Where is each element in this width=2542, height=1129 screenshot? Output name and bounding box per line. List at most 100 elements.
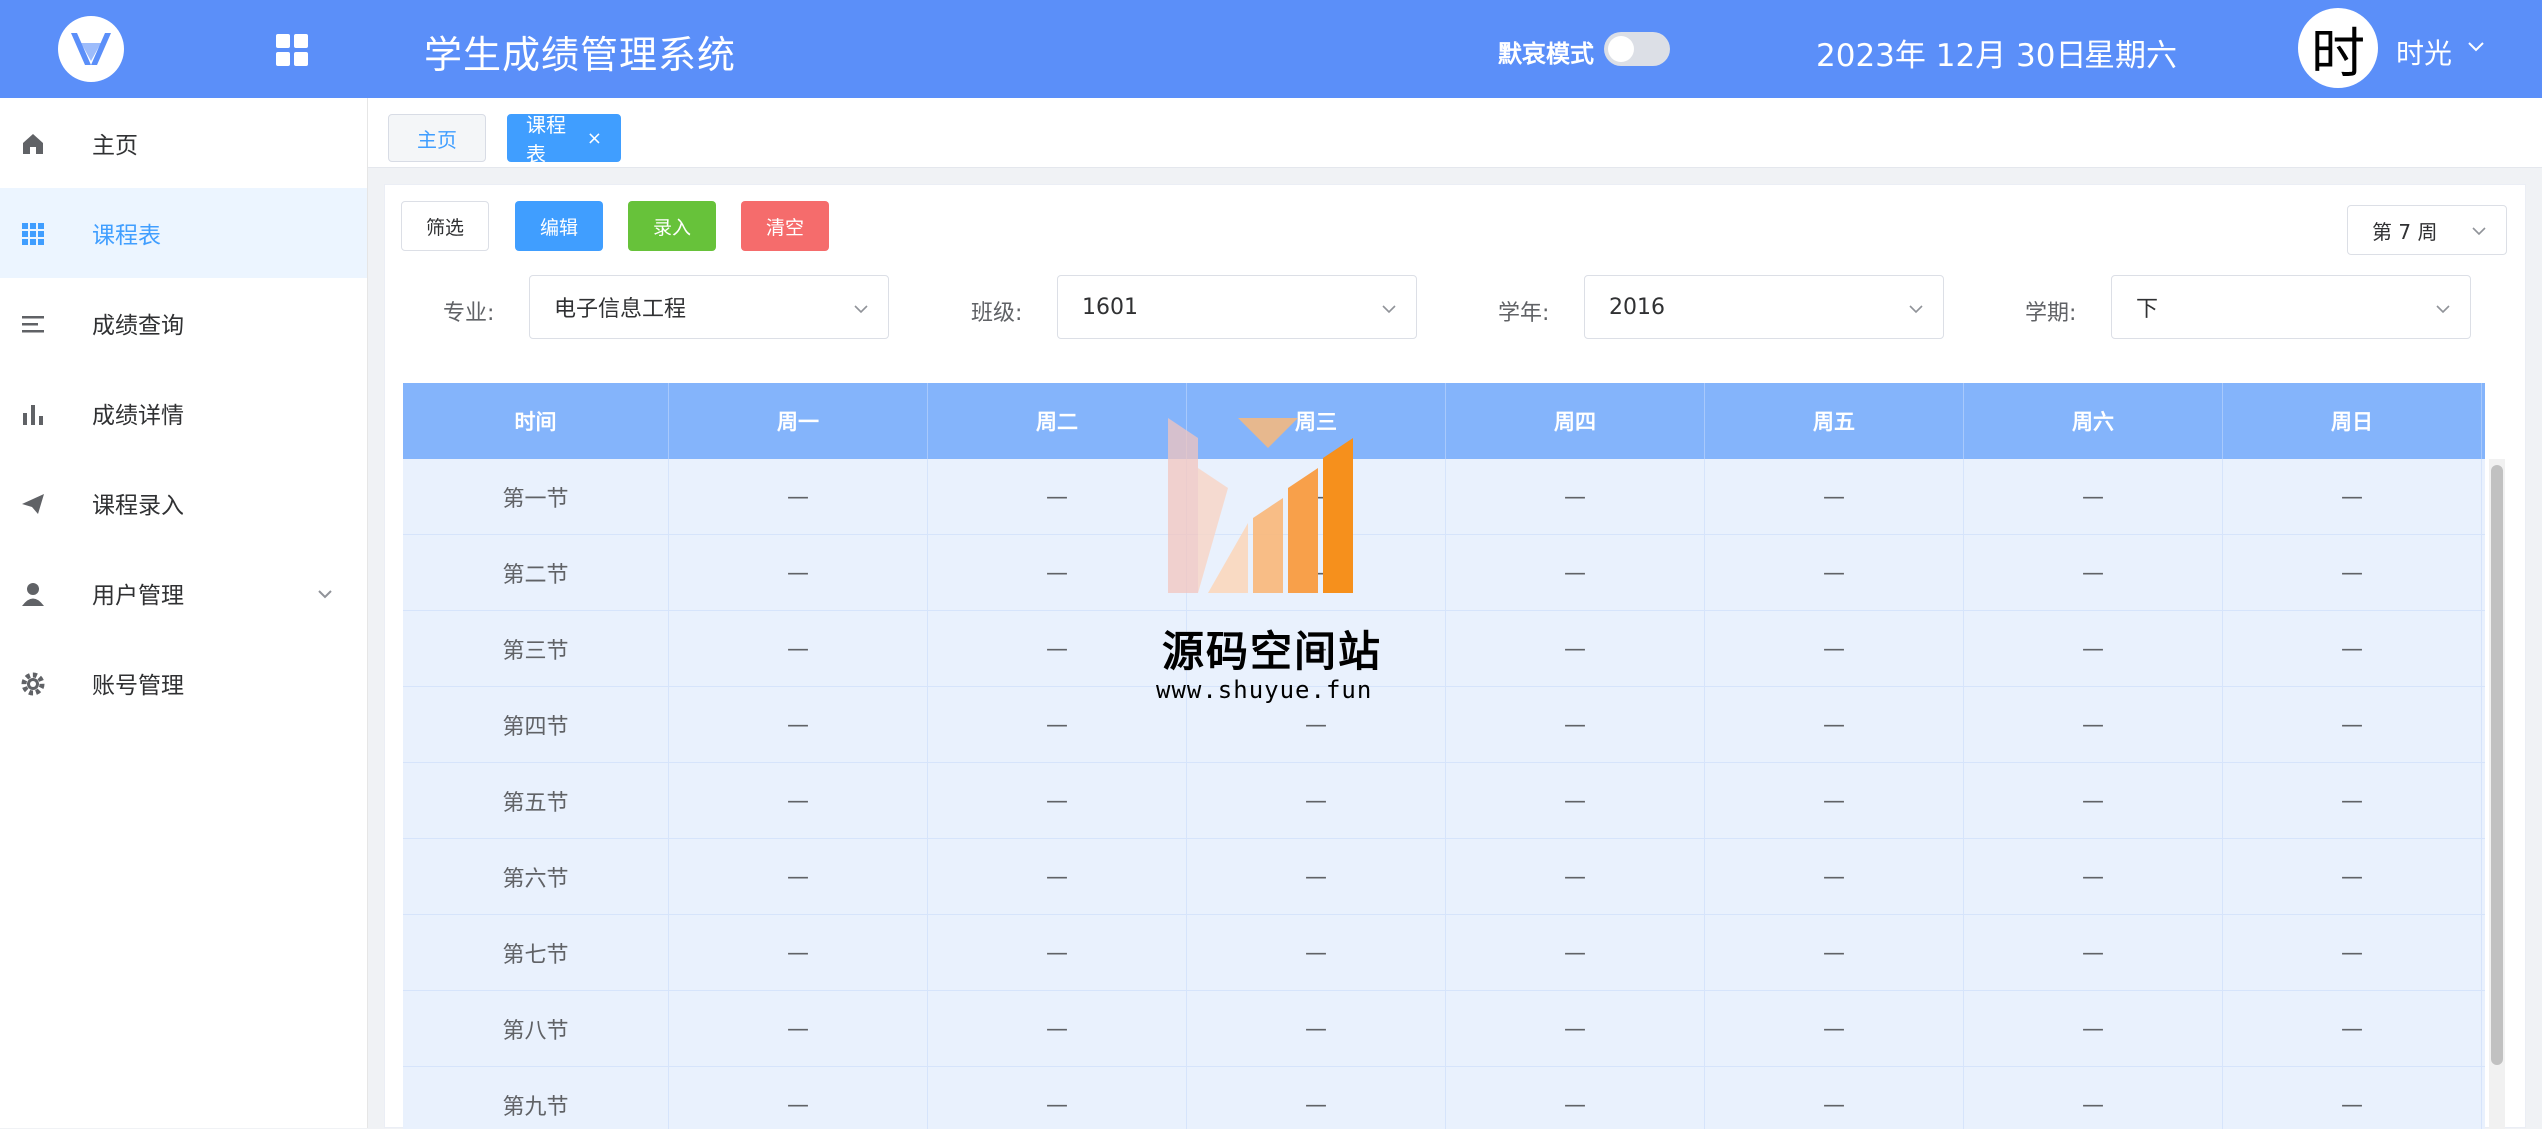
- tab-schedule[interactable]: 课程表 ×: [507, 113, 621, 166]
- period-cell: 第一节: [403, 459, 669, 535]
- course-cell[interactable]: —: [1446, 839, 1705, 915]
- course-cell[interactable]: —: [1446, 611, 1705, 687]
- sidebar-item-label: 用户管理: [92, 583, 184, 609]
- clear-button[interactable]: 清空: [741, 201, 829, 251]
- course-cell[interactable]: —: [1705, 459, 1964, 535]
- course-cell[interactable]: —: [928, 763, 1187, 839]
- tab-home[interactable]: 主页: [388, 114, 486, 162]
- course-cell[interactable]: —: [2223, 459, 2482, 535]
- course-cell[interactable]: —: [928, 1067, 1187, 1129]
- sidebar-item-home[interactable]: 主页: [0, 98, 367, 188]
- course-cell[interactable]: —: [2223, 687, 2482, 763]
- edit-button[interactable]: 编辑: [515, 201, 603, 251]
- course-cell[interactable]: —: [1705, 1067, 1964, 1129]
- course-cell[interactable]: —: [669, 611, 928, 687]
- course-cell[interactable]: —: [669, 459, 928, 535]
- course-cell[interactable]: —: [1446, 991, 1705, 1067]
- course-cell[interactable]: —: [1446, 915, 1705, 991]
- tab-label: 课程表: [526, 113, 566, 166]
- course-cell[interactable]: —: [2223, 839, 2482, 915]
- sidebar-item-course-entry[interactable]: 课程录入: [0, 458, 367, 548]
- class-select[interactable]: 1601: [1057, 275, 1417, 339]
- course-cell[interactable]: —: [1187, 839, 1446, 915]
- course-cell[interactable]: —: [1705, 839, 1964, 915]
- course-cell[interactable]: —: [1705, 915, 1964, 991]
- course-cell[interactable]: —: [669, 535, 928, 611]
- course-cell[interactable]: —: [1446, 687, 1705, 763]
- course-cell[interactable]: —: [1187, 915, 1446, 991]
- course-cell[interactable]: —: [1964, 1067, 2223, 1129]
- entry-button[interactable]: 录入: [628, 201, 716, 251]
- course-cell[interactable]: —: [669, 915, 928, 991]
- chevron-down-icon: [1382, 305, 1396, 314]
- course-cell[interactable]: —: [1964, 459, 2223, 535]
- course-cell[interactable]: —: [1705, 763, 1964, 839]
- course-cell[interactable]: —: [928, 535, 1187, 611]
- course-cell[interactable]: —: [669, 763, 928, 839]
- sidebar-item-account-management[interactable]: 账号管理: [0, 638, 367, 728]
- sidebar-item-schedule[interactable]: 课程表: [0, 188, 367, 278]
- term-select[interactable]: 下: [2111, 275, 2471, 339]
- table-row: 第六节 — — — — — — —: [403, 839, 2485, 915]
- course-cell[interactable]: —: [928, 839, 1187, 915]
- course-cell[interactable]: —: [1964, 687, 2223, 763]
- course-cell[interactable]: —: [1446, 459, 1705, 535]
- user-icon: [22, 583, 44, 606]
- course-cell[interactable]: —: [2223, 991, 2482, 1067]
- year-select[interactable]: 2016: [1584, 275, 1944, 339]
- major-select[interactable]: 电子信息工程: [529, 275, 889, 339]
- menu-toggle-icon[interactable]: [276, 34, 308, 66]
- course-cell[interactable]: —: [928, 611, 1187, 687]
- course-cell[interactable]: —: [1964, 991, 2223, 1067]
- course-cell[interactable]: —: [1705, 991, 1964, 1067]
- course-cell[interactable]: —: [928, 687, 1187, 763]
- week-select[interactable]: 第 7 周: [2347, 205, 2507, 255]
- course-cell[interactable]: —: [2223, 535, 2482, 611]
- current-weekday: 星期六: [2084, 38, 2177, 74]
- period-cell: 第五节: [403, 763, 669, 839]
- course-cell[interactable]: —: [669, 839, 928, 915]
- major-label: 专业:: [443, 301, 495, 326]
- course-cell[interactable]: —: [1964, 763, 2223, 839]
- app-logo[interactable]: [58, 16, 124, 82]
- course-cell[interactable]: —: [1705, 535, 1964, 611]
- sidebar-item-score-query[interactable]: 成绩查询: [0, 278, 367, 368]
- course-cell[interactable]: —: [928, 915, 1187, 991]
- course-cell[interactable]: —: [1964, 535, 2223, 611]
- course-cell[interactable]: —: [2223, 915, 2482, 991]
- course-cell[interactable]: —: [2223, 611, 2482, 687]
- sidebar-item-score-detail[interactable]: 成绩详情: [0, 368, 367, 458]
- course-cell[interactable]: —: [1446, 763, 1705, 839]
- dark-mode-toggle[interactable]: [1604, 32, 1670, 66]
- course-cell[interactable]: —: [669, 1067, 928, 1129]
- column-header: 周一: [669, 383, 928, 459]
- course-cell[interactable]: —: [1446, 1067, 1705, 1129]
- column-header: 周四: [1446, 383, 1705, 459]
- course-cell[interactable]: —: [928, 991, 1187, 1067]
- course-cell[interactable]: —: [2223, 1067, 2482, 1129]
- course-cell[interactable]: —: [1187, 763, 1446, 839]
- course-cell[interactable]: —: [1964, 915, 2223, 991]
- course-cell[interactable]: —: [669, 991, 928, 1067]
- avatar[interactable]: 时: [2298, 8, 2378, 88]
- course-cell[interactable]: —: [1187, 991, 1446, 1067]
- chevron-down-icon: [2472, 227, 2486, 236]
- course-cell[interactable]: —: [1187, 1067, 1446, 1129]
- year-label: 学年:: [1498, 301, 1550, 326]
- close-icon[interactable]: ×: [587, 128, 602, 149]
- chevron-down-icon[interactable]: [2466, 36, 2486, 56]
- course-cell[interactable]: —: [1705, 611, 1964, 687]
- course-cell[interactable]: —: [669, 687, 928, 763]
- sidebar-item-user-management[interactable]: 用户管理: [0, 548, 367, 638]
- course-cell[interactable]: —: [1705, 687, 1964, 763]
- scrollbar-thumb[interactable]: [2491, 465, 2503, 1065]
- watermark-url: www.shuyue.fun: [1156, 676, 1373, 704]
- course-cell[interactable]: —: [2223, 763, 2482, 839]
- course-cell[interactable]: —: [1446, 535, 1705, 611]
- chevron-down-icon[interactable]: [316, 585, 334, 603]
- course-cell[interactable]: —: [1964, 839, 2223, 915]
- filter-button[interactable]: 筛选: [401, 201, 489, 251]
- username[interactable]: 时光: [2396, 32, 2452, 72]
- course-cell[interactable]: —: [928, 459, 1187, 535]
- course-cell[interactable]: —: [1964, 611, 2223, 687]
